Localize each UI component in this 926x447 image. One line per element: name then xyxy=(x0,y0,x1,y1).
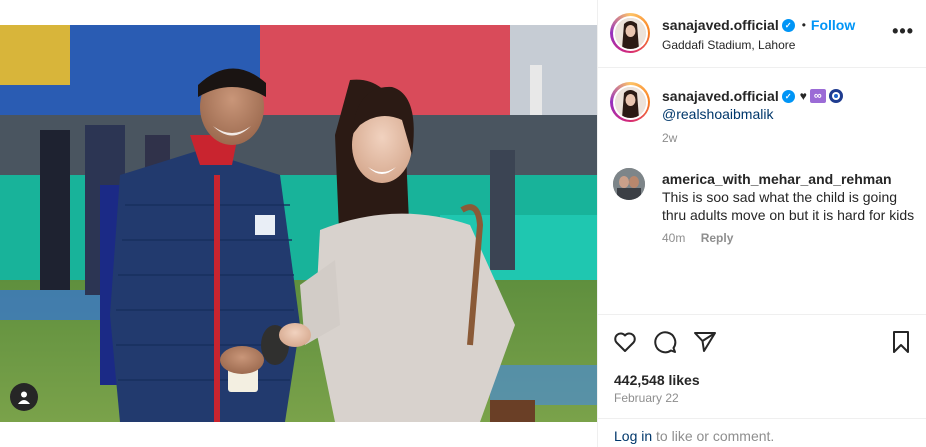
post-side-panel: sanajaved.official ✓ • Follow Gaddafi St… xyxy=(597,0,926,447)
post-date[interactable]: February 22 xyxy=(614,391,679,405)
nazar-emoji xyxy=(828,89,843,103)
user-tag-icon xyxy=(18,391,30,404)
verified-badge-icon: ✓ xyxy=(781,18,795,32)
comment-text: This is soo sad what the child is going … xyxy=(662,189,915,223)
post-actions: 442,548 likes February 22 xyxy=(598,314,926,418)
photo-pane xyxy=(0,0,597,447)
caption-title-row: sanajaved.official ✓ ♥ ∞ xyxy=(662,88,843,104)
verified-badge-icon: ✓ xyxy=(781,89,795,103)
post-photo[interactable] xyxy=(0,25,597,422)
comment-bubble-icon xyxy=(654,331,677,354)
comment-body: america_with_mehar_and_rehman This is so… xyxy=(662,170,917,224)
caption-timestamp[interactable]: 2w xyxy=(662,131,677,145)
caption-avatar[interactable] xyxy=(610,82,650,122)
comment-timestamp[interactable]: 40m xyxy=(662,231,685,245)
user-tag-button[interactable] xyxy=(10,383,38,411)
likes-count[interactable]: 442,548 likes xyxy=(614,372,700,388)
separator-dot: • xyxy=(801,18,806,32)
like-button[interactable] xyxy=(612,329,638,355)
login-prompt-text: to like or comment. xyxy=(652,428,775,444)
more-options-icon: ••• xyxy=(892,21,914,41)
author-username[interactable]: sanajaved.official xyxy=(662,17,779,33)
login-prompt: Log in to like or comment. xyxy=(598,418,926,447)
infinity-emoji: ∞ xyxy=(809,89,826,103)
commenter-username[interactable]: america_with_mehar_and_rehman xyxy=(662,171,892,187)
paper-plane-icon xyxy=(694,332,716,352)
bookmark-icon xyxy=(893,331,909,353)
share-button[interactable] xyxy=(692,329,718,355)
login-link[interactable]: Log in xyxy=(614,428,652,444)
save-button[interactable] xyxy=(888,329,914,355)
caption-username[interactable]: sanajaved.official xyxy=(662,88,779,104)
heart-emoji: ♥ xyxy=(799,89,807,103)
commenter-avatar[interactable] xyxy=(613,168,645,200)
post-header: sanajaved.official ✓ • Follow Gaddafi St… xyxy=(598,0,926,68)
follow-button[interactable]: Follow xyxy=(811,17,855,33)
caption-mention-link[interactable]: @realshoaibmalik xyxy=(662,106,773,122)
comment-meta: 40m Reply xyxy=(662,231,733,245)
reply-button[interactable]: Reply xyxy=(701,231,734,245)
author-avatar[interactable] xyxy=(610,13,650,53)
more-options-button[interactable]: ••• xyxy=(892,22,914,40)
header-title-row: sanajaved.official ✓ • Follow xyxy=(662,17,855,33)
post-location[interactable]: Gaddafi Stadium, Lahore xyxy=(662,38,795,52)
comment-button[interactable] xyxy=(652,329,678,355)
heart-icon xyxy=(614,332,636,352)
